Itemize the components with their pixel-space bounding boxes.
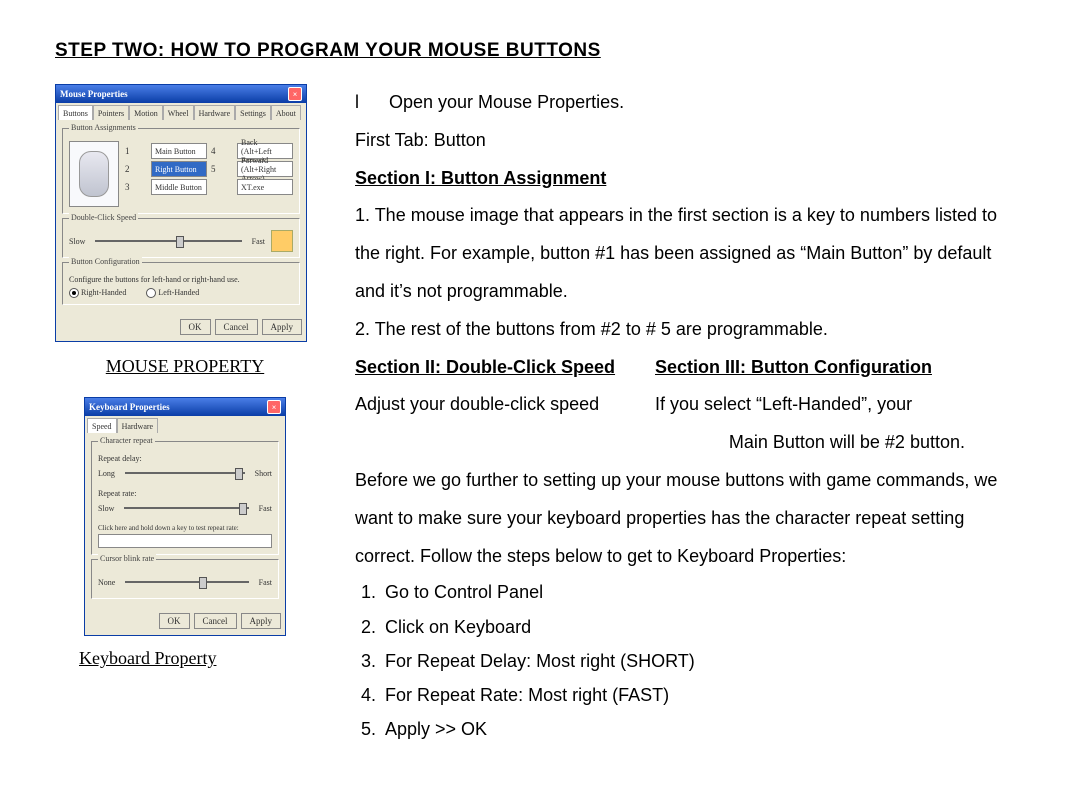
- kbd-dlg-title: Keyboard Properties: [89, 402, 170, 412]
- combo-3[interactable]: Middle Button: [151, 179, 207, 195]
- dc-slider[interactable]: [176, 236, 184, 248]
- tab-settings[interactable]: Settings: [235, 105, 271, 120]
- step-3: For Repeat Delay: Most right (SHORT): [381, 644, 1025, 678]
- apply-button[interactable]: Apply: [262, 319, 303, 335]
- tab-hardware-k[interactable]: Hardware: [117, 418, 159, 433]
- cancel-button[interactable]: Cancel: [194, 613, 237, 629]
- tab-wheel[interactable]: Wheel: [163, 105, 194, 120]
- tab-about[interactable]: About: [271, 105, 301, 120]
- mouse-tabs: Buttons Pointers Motion Wheel Hardware S…: [56, 103, 306, 120]
- group-doubleclick: Double-Click Speed: [69, 213, 138, 222]
- tab-speed[interactable]: Speed: [87, 418, 117, 433]
- group-bconfig: Button Configuration: [69, 257, 142, 266]
- folder-icon: [271, 230, 293, 252]
- test-input[interactable]: [98, 534, 272, 548]
- combo-2[interactable]: Right Button: [151, 161, 207, 177]
- mouse-dlg-title: Mouse Properties: [60, 89, 128, 99]
- ok-button[interactable]: OK: [180, 319, 211, 335]
- step-1: Go to Control Panel: [381, 575, 1025, 609]
- rate-slider[interactable]: [239, 503, 247, 515]
- ok-button[interactable]: OK: [159, 613, 190, 629]
- step-5: Apply >> OK: [381, 712, 1025, 746]
- tab-motion[interactable]: Motion: [129, 105, 163, 120]
- combo-5[interactable]: Forward (Alt+Right Arrow): [237, 161, 293, 177]
- radio-left[interactable]: Left-Handed: [146, 288, 199, 298]
- group-button-assign: Button Assignments: [69, 123, 138, 132]
- cancel-button[interactable]: Cancel: [215, 319, 258, 335]
- close-icon[interactable]: ×: [288, 87, 302, 101]
- figure-column: Mouse Properties × Buttons Pointers Moti…: [55, 84, 315, 746]
- section-2-heading: Section II: Double-Click Speed: [355, 357, 615, 377]
- close-icon[interactable]: ×: [267, 400, 281, 414]
- keyboard-properties-dialog: Keyboard Properties × Speed Hardware Cha…: [84, 397, 286, 636]
- section-1-heading: Section I: Button Assignment: [355, 160, 1025, 198]
- mouse-icon: [69, 141, 119, 207]
- delay-slider[interactable]: [235, 468, 243, 480]
- body-text: lOpen your Mouse Properties. First Tab: …: [315, 84, 1025, 746]
- step-2: Click on Keyboard: [381, 610, 1025, 644]
- caption-keyboard: Keyboard Property: [55, 648, 315, 669]
- keyboard-steps: Go to Control Panel Click on Keyboard Fo…: [355, 575, 1025, 746]
- combo-1[interactable]: Main Button: [151, 143, 207, 159]
- tab-pointers[interactable]: Pointers: [93, 105, 129, 120]
- page-title: STEP TWO: HOW TO PROGRAM YOUR MOUSE BUTT…: [55, 40, 1025, 62]
- tab-hardware[interactable]: Hardware: [194, 105, 236, 120]
- step-4: For Repeat Rate: Most right (FAST): [381, 678, 1025, 712]
- radio-right[interactable]: Right-Handed: [69, 288, 126, 298]
- mouse-properties-dialog: Mouse Properties × Buttons Pointers Moti…: [55, 84, 307, 342]
- combo-xt[interactable]: XT.exe: [237, 179, 293, 195]
- caption-mouse: MOUSE PROPERTY: [55, 356, 315, 377]
- blink-slider[interactable]: [199, 577, 207, 589]
- apply-button[interactable]: Apply: [241, 613, 282, 629]
- tab-buttons[interactable]: Buttons: [58, 105, 93, 120]
- section-3-heading: Section III: Button Configuration: [655, 357, 932, 377]
